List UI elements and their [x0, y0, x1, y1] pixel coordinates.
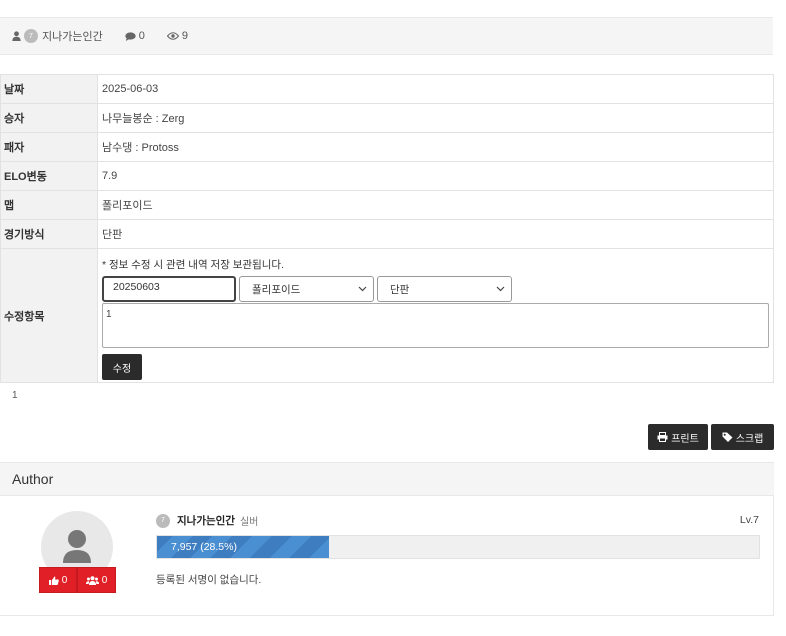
- author-meta[interactable]: 7 지나가는인간: [12, 28, 103, 44]
- author-level: Lv.7: [739, 514, 759, 526]
- level-badge: 7: [156, 513, 170, 528]
- chevron-down-icon: [496, 283, 505, 295]
- field-row-loser: 패자 남수댕 : Protoss: [0, 132, 774, 162]
- field-row-mode: 경기방식 단판: [0, 219, 774, 249]
- edit-row: 수정항목 * 정보 수정 시 관련 내역 저장 보관됩니다. 20250603 …: [0, 248, 774, 383]
- exp-text: 7,957 (28.5%): [171, 541, 237, 553]
- edit-inputs: 20250603 폴리포이드 단판: [102, 276, 769, 302]
- field-row-winner: 승자 나무늘봉순 : Zerg: [0, 103, 774, 133]
- scrap-label: 스크랩: [735, 433, 764, 445]
- author-signature: 등록된 서명이 없습니다.: [156, 574, 262, 586]
- comment-count-meta: 0: [125, 30, 145, 42]
- edit-form: * 정보 수정 시 관련 내역 저장 보관됩니다. 20250603 폴리포이드…: [97, 248, 774, 383]
- match-info-table: 날짜 2025-06-03 승자 나무늘봉순 : Zerg 패자 남수댕 : P…: [0, 74, 774, 383]
- field-row-elo: ELO변동 7.9: [0, 161, 774, 191]
- tag-icon: [722, 432, 733, 442]
- map-select[interactable]: 폴리포이드: [239, 276, 374, 302]
- field-value: 폴리포이드: [97, 190, 774, 220]
- memo-textarea[interactable]: 1: [102, 303, 769, 348]
- print-label: 프린트: [671, 433, 699, 445]
- edit-submit-button[interactable]: 수정: [102, 354, 142, 380]
- post-meta-bar: 7 지나가는인간 0 9: [0, 17, 773, 55]
- friends-button[interactable]: 0: [77, 567, 116, 593]
- field-label: 승자: [0, 103, 98, 133]
- like-button[interactable]: 0: [39, 567, 77, 593]
- field-label: 날짜: [0, 74, 98, 104]
- mode-select-value: 단판: [390, 283, 410, 296]
- view-count-meta: 9: [166, 30, 188, 42]
- field-value: 남수댕 : Protoss: [97, 132, 774, 162]
- chevron-down-icon: [358, 283, 367, 295]
- exp-progress-fill: 7,957 (28.5%): [157, 536, 329, 558]
- comment-icon: [125, 31, 136, 41]
- author-name[interactable]: 지나가는인간: [42, 28, 103, 44]
- author-section-title: Author: [0, 462, 774, 496]
- thumbs-up-icon: [48, 576, 59, 585]
- users-icon: [85, 575, 99, 585]
- like-count: 0: [61, 574, 68, 586]
- field-row-date: 날짜 2025-06-03: [0, 74, 774, 104]
- friends-count: 0: [101, 574, 108, 586]
- field-value: 단판: [97, 219, 774, 249]
- exp-progress-bar: 7,957 (28.5%): [156, 535, 760, 559]
- field-label: 패자: [0, 132, 98, 162]
- field-value: 7.9: [97, 161, 774, 191]
- comment-count: 0: [138, 30, 145, 42]
- below-table-count: 1: [12, 390, 18, 401]
- mode-select[interactable]: 단판: [377, 276, 512, 302]
- field-label: 경기방식: [0, 219, 98, 249]
- author-grade: 실버: [239, 517, 259, 528]
- map-select-value: 폴리포이드: [252, 283, 301, 296]
- edit-label: 수정항목: [0, 248, 98, 383]
- date-input[interactable]: 20250603: [102, 276, 236, 302]
- print-icon: [657, 432, 668, 442]
- author-panel: 0 0 7 지나가는인간 실버 Lv.7 7,957 (28.5%) 등록된 서…: [0, 496, 774, 616]
- field-row-map: 맵 폴리포이드: [0, 190, 774, 220]
- print-button[interactable]: 프린트: [648, 424, 708, 450]
- author-name-row: 7 지나가는인간 실버: [156, 513, 258, 528]
- field-value: 2025-06-03: [97, 74, 774, 104]
- edit-notice: * 정보 수정 시 관련 내역 저장 보관됩니다.: [102, 259, 284, 271]
- field-value: 나무늘봉순 : Zerg: [97, 103, 774, 133]
- scrap-button[interactable]: 스크랩: [711, 424, 774, 450]
- author-nickname[interactable]: 지나가는인간: [177, 513, 235, 528]
- view-count: 9: [181, 30, 188, 42]
- field-label: ELO변동: [0, 161, 98, 191]
- eye-icon: [166, 32, 179, 40]
- user-icon: [12, 31, 21, 41]
- level-badge: 7: [24, 29, 38, 43]
- field-label: 맵: [0, 190, 98, 220]
